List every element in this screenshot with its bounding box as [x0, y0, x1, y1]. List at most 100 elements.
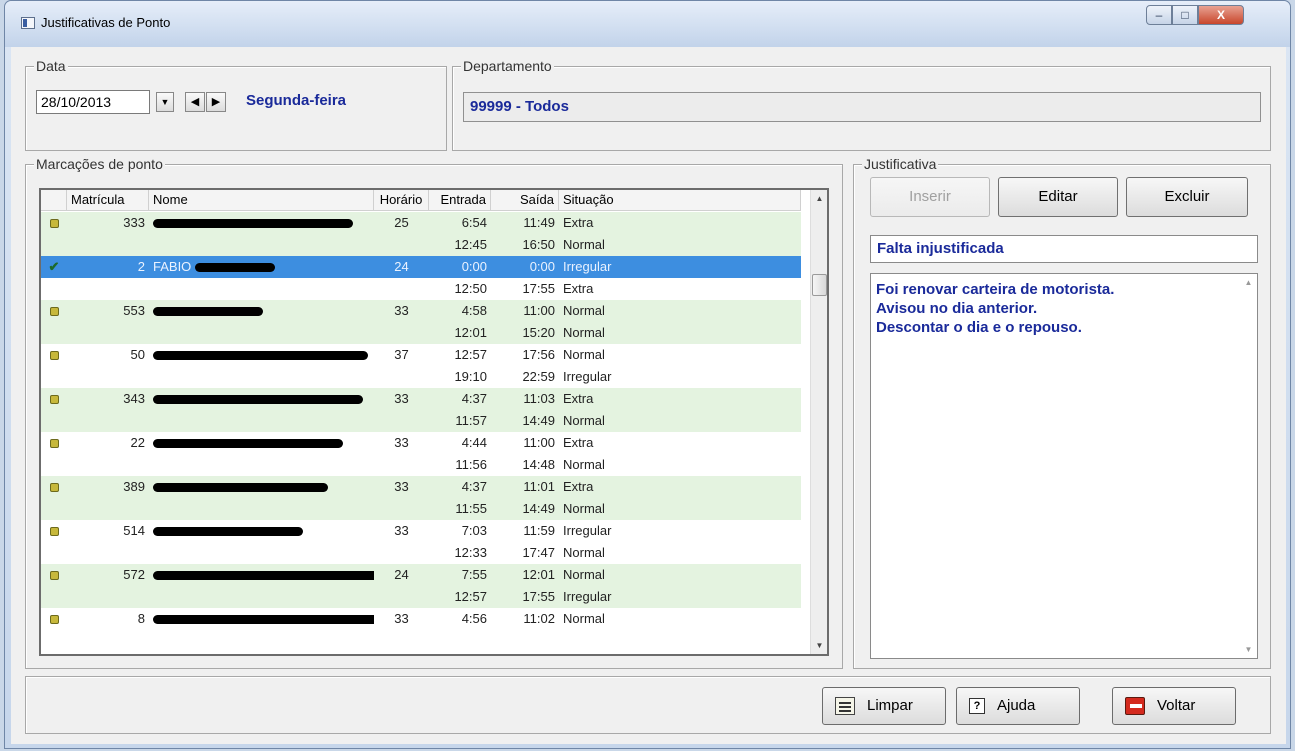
cell-entrada: 19:10: [454, 369, 487, 384]
cell-horario: [374, 234, 429, 256]
table-row[interactable]: 333 25 6:54 11:49 Extra: [41, 212, 801, 234]
table-row[interactable]: 12:01 15:20 Normal: [41, 322, 801, 344]
cell-horario: [374, 322, 429, 344]
next-day-button[interactable]: ▶: [206, 92, 226, 112]
table-row[interactable]: 22 33 4:44 11:00 Extra: [41, 432, 801, 454]
table-row[interactable]: 50 37 12:57 17:56 Normal: [41, 344, 801, 366]
row-indicator: [41, 410, 67, 432]
cell-nome: [149, 454, 374, 476]
row-indicator: [41, 520, 67, 542]
cell-saida: 11:59: [523, 523, 555, 538]
cell-situacao: Normal: [563, 303, 605, 318]
data-group-label: Data: [34, 58, 68, 74]
cell-entrada: 7:55: [461, 567, 487, 582]
excluir-button[interactable]: Excluir: [1126, 177, 1248, 217]
cell-situacao: Irregular: [563, 259, 612, 274]
help-icon: ?: [969, 698, 985, 715]
table-row[interactable]: 11:55 14:49 Normal: [41, 498, 801, 520]
justificativa-text-area[interactable]: Foi renovar carteira de motorista. Aviso…: [870, 273, 1258, 659]
main-window: Justificativas de Ponto – □ X Data 28/10…: [4, 0, 1291, 749]
editar-button[interactable]: Editar: [998, 177, 1118, 217]
cell-matricula: [67, 410, 149, 432]
cell-horario: [374, 278, 429, 300]
minimize-button[interactable]: –: [1146, 5, 1172, 25]
departamento-group: Departamento 99999 - Todos: [452, 58, 1271, 151]
record-icon: [49, 219, 59, 229]
table-row[interactable]: 514 33 7:03 11:59 Irregular: [41, 520, 801, 542]
date-dropdown-button[interactable]: ▼: [156, 92, 174, 112]
cell-nome: [149, 322, 374, 344]
header-horario[interactable]: Horário: [374, 190, 429, 211]
cell-situacao: Extra: [563, 479, 594, 494]
justificativa-group-label: Justificativa: [862, 156, 939, 172]
scroll-up-icon[interactable]: ▲: [811, 190, 827, 207]
record-icon: [49, 307, 59, 317]
departamento-field[interactable]: 99999 - Todos: [463, 92, 1261, 122]
scroll-thumb[interactable]: [812, 274, 827, 296]
cell-saida: 16:50: [522, 237, 555, 252]
cell-horario: [374, 498, 429, 520]
close-button[interactable]: X: [1198, 5, 1244, 25]
date-field[interactable]: 28/10/2013: [36, 90, 150, 114]
grid-body: 333 25 6:54 11:49 Extra 12:45 16:50 Normal ✔ 2 FAB…: [41, 212, 801, 630]
header-situacao[interactable]: Situação: [559, 190, 801, 211]
table-row[interactable]: 389 33 4:37 11:01 Extra: [41, 476, 801, 498]
row-indicator: [41, 300, 67, 322]
justificativa-title-field[interactable]: Falta injustificada: [870, 235, 1258, 263]
limpar-button[interactable]: Limpar: [822, 687, 946, 725]
row-indicator: [41, 586, 67, 608]
table-row[interactable]: 12:45 16:50 Normal: [41, 234, 801, 256]
weekday-label: Segunda-feira: [246, 92, 347, 109]
redacted-name: [153, 527, 303, 537]
scroll-down-icon[interactable]: ▼: [811, 637, 827, 654]
cell-entrada: 0:00: [461, 259, 487, 274]
cell-situacao: Extra: [563, 391, 594, 406]
cell-situacao: Irregular: [563, 523, 612, 538]
justificativa-scrollbar[interactable]: ▲ ▼: [1240, 274, 1257, 658]
cell-nome: [149, 476, 374, 498]
maximize-button[interactable]: □: [1172, 5, 1198, 25]
table-row[interactable]: 8 33 4:56 11:02 Normal: [41, 608, 801, 630]
table-row[interactable]: 12:33 17:47 Normal: [41, 542, 801, 564]
cell-saida: 11:01: [523, 479, 555, 494]
header-matricula[interactable]: Matrícula: [67, 190, 149, 211]
prev-day-button[interactable]: ◀: [185, 92, 205, 112]
voltar-label: Voltar: [1157, 697, 1196, 715]
table-row[interactable]: 572 24 7:55 12:01 Normal: [41, 564, 801, 586]
cell-horario: 37: [394, 347, 409, 362]
grid-scrollbar[interactable]: ▲ ▼: [810, 190, 827, 654]
table-row[interactable]: 343 33 4:37 11:03 Extra: [41, 388, 801, 410]
voltar-button[interactable]: Voltar: [1112, 687, 1236, 725]
ajuda-button[interactable]: ? Ajuda: [956, 687, 1080, 725]
cell-nome: [149, 608, 374, 630]
table-row[interactable]: 553 33 4:58 11:00 Normal: [41, 300, 801, 322]
table-row[interactable]: 12:50 17:55 Extra: [41, 278, 801, 300]
redacted-name: [153, 219, 353, 229]
record-icon: [49, 351, 59, 361]
cell-matricula: [67, 586, 149, 608]
cell-horario: [374, 410, 429, 432]
header-nome[interactable]: Nome: [149, 190, 374, 211]
table-row[interactable]: 11:57 14:49 Normal: [41, 410, 801, 432]
table-row[interactable]: 12:57 17:55 Irregular: [41, 586, 801, 608]
header-saida[interactable]: Saída: [491, 190, 559, 211]
record-icon: [49, 615, 59, 625]
header-entrada[interactable]: Entrada: [429, 190, 491, 211]
row-indicator: [41, 322, 67, 344]
text-scroll-up-icon[interactable]: ▲: [1240, 274, 1257, 291]
row-indicator: [41, 542, 67, 564]
cell-entrada: 4:44: [461, 435, 487, 450]
row-indicator: [41, 608, 67, 630]
table-row[interactable]: ✔ 2 FABIO 24 0:00 0:00 Irregular: [41, 256, 801, 278]
redacted-name: [153, 307, 263, 317]
cell-entrada: 11:57: [455, 413, 487, 428]
justificativa-line: Foi renovar carteira de motorista.: [876, 281, 1115, 298]
cell-horario: [374, 454, 429, 476]
marcacoes-grid[interactable]: Matrícula Nome Horário Entrada Saída Sit…: [39, 188, 829, 656]
inserir-button[interactable]: Inserir: [870, 177, 990, 217]
table-row[interactable]: 19:10 22:59 Irregular: [41, 366, 801, 388]
app-icon: [21, 17, 35, 29]
table-row[interactable]: 11:56 14:48 Normal: [41, 454, 801, 476]
text-scroll-down-icon[interactable]: ▼: [1240, 641, 1257, 658]
cell-horario: 33: [394, 435, 409, 450]
